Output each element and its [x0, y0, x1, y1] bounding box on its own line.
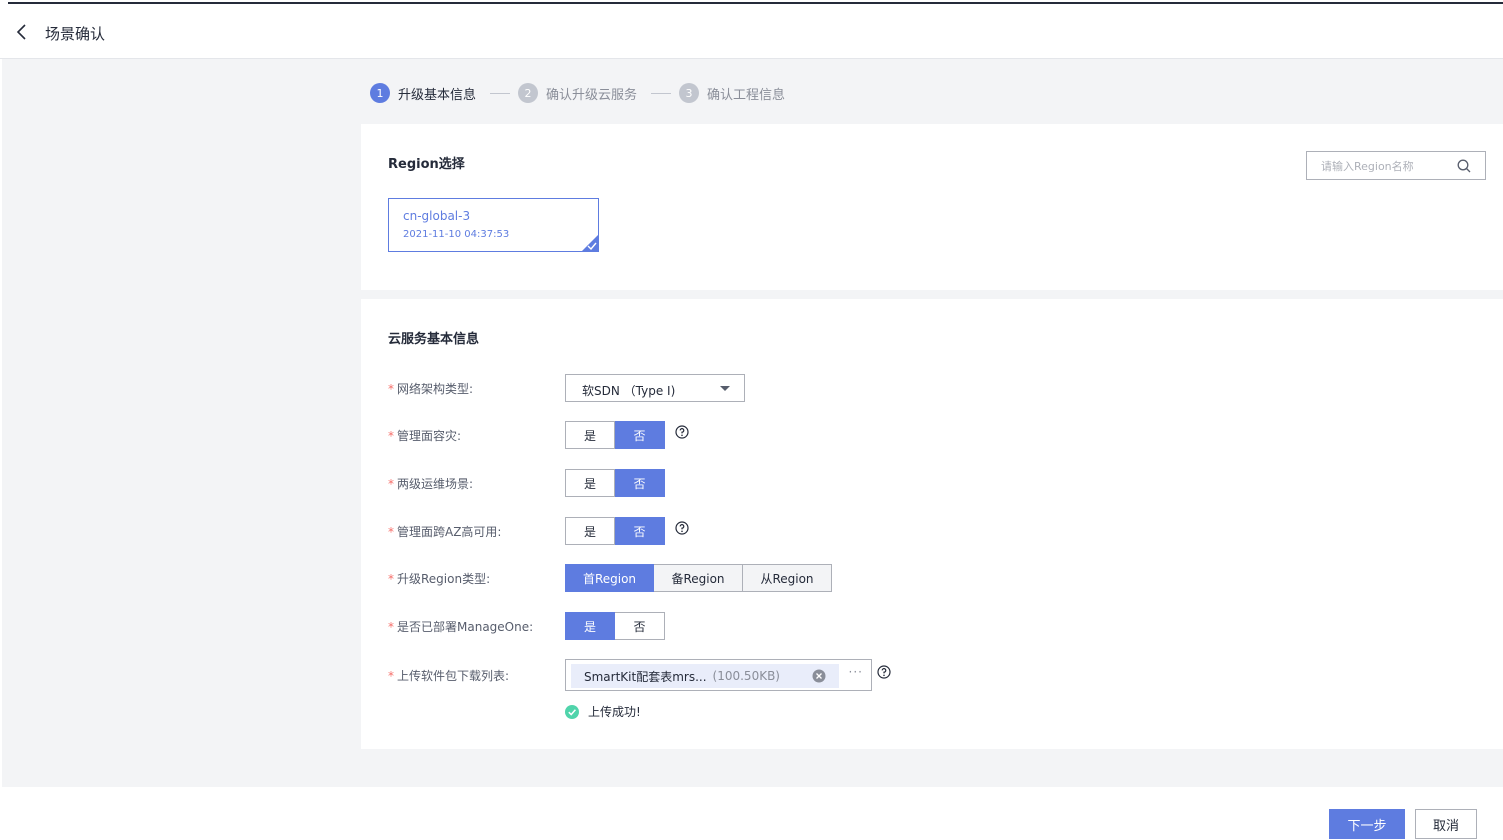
manageone-toggle: 是 否: [565, 612, 665, 640]
manageone-yes-button[interactable]: 是: [565, 612, 615, 640]
step-3: 3 确认工程信息: [679, 83, 785, 103]
network-type-select[interactable]: 软SDN （Type I): [565, 374, 745, 402]
region-panel: Region选择 cn-global-3 2021-11-10 04:37:53: [361, 124, 1503, 290]
cloud-section-title: 云服务基本信息: [388, 332, 480, 347]
region-type-standby-button[interactable]: 备Region: [654, 564, 743, 592]
region-type-label: * 升级Region类型:: [388, 571, 491, 586]
dr-toggle: 是 否: [565, 421, 665, 449]
ops-toggle: 是 否: [565, 469, 665, 497]
next-step-button[interactable]: 下一步: [1329, 809, 1405, 839]
required-mark: *: [388, 668, 394, 683]
region-card-name: cn-global-3: [403, 209, 471, 223]
upload-label: * 上传软件包下载列表:: [388, 668, 510, 683]
step-2-label: 确认升级云服务: [546, 87, 638, 103]
upload-status-text: 上传成功!: [588, 705, 641, 719]
step-2-number: 2: [518, 83, 539, 103]
az-label: * 管理面跨AZ高可用:: [388, 524, 502, 539]
dr-yes-button[interactable]: 是: [565, 421, 615, 449]
step-1: 1 升级基本信息: [370, 83, 476, 103]
region-search-box[interactable]: [1306, 151, 1486, 180]
page-title: 场景确认: [45, 25, 106, 43]
region-card[interactable]: cn-global-3 2021-11-10 04:37:53: [388, 198, 599, 252]
az-yes-button[interactable]: 是: [565, 517, 615, 545]
step-separator: [651, 92, 672, 94]
dr-no-button[interactable]: 否: [615, 421, 665, 449]
step-1-label: 升级基本信息: [398, 87, 477, 103]
required-mark: *: [388, 428, 394, 443]
region-card-time: 2021-11-10 04:37:53: [403, 229, 510, 240]
page-header: 场景确认: [0, 4, 1503, 59]
region-type-secondary-button[interactable]: 从Region: [743, 564, 832, 592]
success-icon: [565, 704, 579, 719]
cloud-service-panel: 云服务基本信息 * 网络架构类型: 软SDN （Type I) * 管理面容灾: 是…: [361, 299, 1503, 749]
network-type-value: 软SDN （Type I): [582, 384, 676, 398]
manageone-label: * 是否已部署ManageOne:: [388, 619, 534, 634]
required-mark: *: [388, 476, 394, 491]
ops-label: * 两级运维场景:: [388, 476, 474, 491]
region-type-toggle: 首Region 备Region 从Region: [565, 564, 832, 592]
step-3-number: 3: [679, 83, 700, 103]
step-separator: [490, 92, 511, 94]
search-icon[interactable]: [1457, 159, 1471, 173]
upload-field[interactable]: SmartKit配套表mrs... (100.50KB) ···: [565, 659, 872, 691]
region-type-primary-button[interactable]: 首Region: [565, 564, 654, 592]
step-3-label: 确认工程信息: [707, 87, 786, 103]
required-mark: *: [388, 571, 394, 586]
file-chip: SmartKit配套表mrs... (100.50KB): [571, 664, 839, 688]
back-arrow-icon[interactable]: [14, 22, 30, 42]
caret-down-icon: [720, 386, 730, 391]
upload-status: 上传成功!: [565, 703, 641, 720]
step-1-number: 1: [370, 83, 390, 103]
help-icon[interactable]: [877, 665, 891, 679]
step-2: 2 确认升级云服务: [518, 83, 637, 103]
network-label: * 网络架构类型:: [388, 381, 474, 396]
help-icon[interactable]: [675, 521, 689, 535]
required-mark: *: [388, 381, 394, 396]
step-indicator: 1 升级基本信息 2 确认升级云服务 3 确认工程信息: [370, 82, 785, 104]
ops-no-button[interactable]: 否: [615, 469, 665, 497]
more-files-button[interactable]: ···: [849, 665, 863, 679]
az-no-button[interactable]: 否: [615, 517, 665, 545]
az-toggle: 是 否: [565, 517, 665, 545]
ops-yes-button[interactable]: 是: [565, 469, 615, 497]
required-mark: *: [388, 524, 394, 539]
dr-label: * 管理面容灾:: [388, 428, 462, 443]
region-section-title: Region选择: [388, 157, 465, 172]
cancel-button[interactable]: 取消: [1415, 809, 1477, 839]
required-mark: *: [388, 619, 394, 634]
footer-bar: 下一步 取消: [0, 787, 1503, 840]
file-name: SmartKit配套表mrs...: [584, 669, 707, 684]
help-icon[interactable]: [675, 425, 689, 439]
manageone-no-button[interactable]: 否: [615, 612, 665, 640]
file-size: (100.50KB): [712, 669, 780, 683]
region-search-input[interactable]: [1321, 158, 1451, 174]
check-icon: [587, 242, 597, 250]
remove-file-icon[interactable]: [812, 669, 826, 683]
